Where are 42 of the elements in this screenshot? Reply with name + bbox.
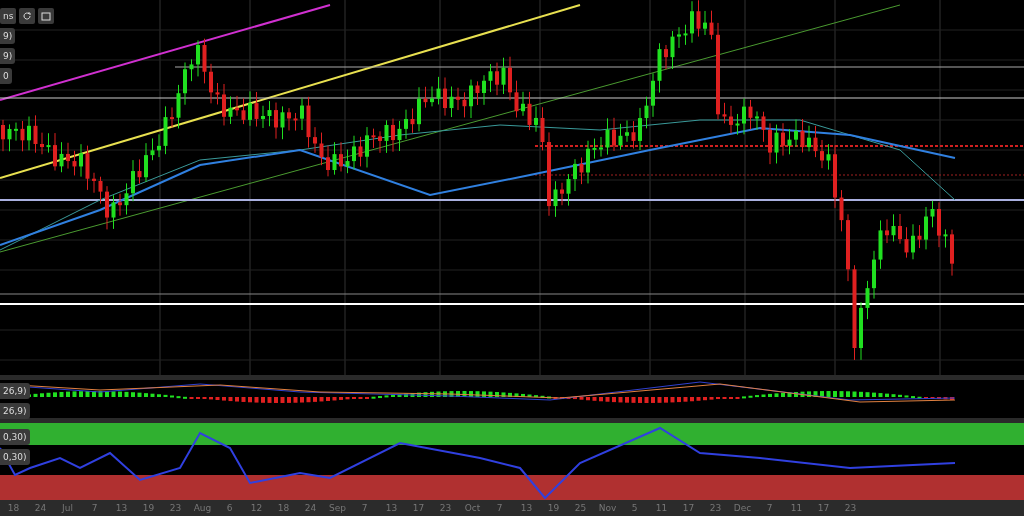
axis-label: 18 [6,503,21,513]
axis-label: 11 [789,503,804,513]
indicator-label[interactable]: 0,30) [0,429,30,445]
axis-label: 5 [630,503,639,513]
axis-label: Sep [328,503,347,513]
axis-label: 13 [114,503,129,513]
axis-label: 11 [654,503,669,513]
indicator-label[interactable]: 9) [0,28,16,44]
axis-label: 7 [495,503,504,513]
axis-label: 23 [438,503,453,513]
axis-label: 17 [411,503,426,513]
axis-label: 12 [249,503,264,513]
indicator-label[interactable]: 0,30) [0,449,30,465]
axis-label: 6 [225,503,234,513]
axis-label: Oct [463,503,482,513]
indicator-label[interactable]: 9) [0,48,16,64]
refresh-icon[interactable] [19,8,36,24]
axis-label: 19 [546,503,561,513]
axis-label: 24 [303,503,318,513]
axis-label: 23 [168,503,183,513]
indicator-label[interactable]: 26,9) [0,383,30,399]
toolbar-button[interactable]: ns [0,8,17,24]
axis-label: 18 [276,503,291,513]
indicator-label[interactable]: 26,9) [0,403,30,419]
axis-label: 13 [519,503,534,513]
axis-label: 17 [681,503,696,513]
axis-label: 7 [360,503,369,513]
axis-label: Nov [597,503,618,513]
axis-label: 19 [141,503,156,513]
axis-label: 23 [708,503,723,513]
axis-label: 7 [765,503,774,513]
indicator-label[interactable]: 0 [0,68,12,84]
axis-label: Jul [60,503,74,513]
axis-label: 13 [384,503,399,513]
calendar-icon[interactable] [38,8,55,24]
axis-label: 25 [573,503,588,513]
axis-label: 17 [816,503,831,513]
axis-label: Dec [732,503,753,513]
axis-label: 7 [90,503,99,513]
axis-label: Aug [192,503,213,513]
axis-label: 23 [843,503,858,513]
axis-label: 24 [33,503,48,513]
